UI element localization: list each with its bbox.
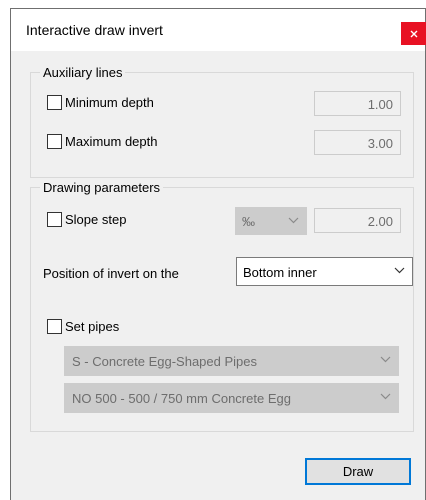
maximum-depth-label: Maximum depth <box>65 134 158 149</box>
minimum-depth-field[interactable]: 1.00 <box>314 91 401 116</box>
position-of-invert-value: Bottom inner <box>243 265 317 280</box>
position-of-invert-select[interactable]: Bottom inner <box>236 257 413 286</box>
pipe-size-value: NO 500 - 500 / 750 mm Concrete Egg <box>72 391 291 406</box>
slope-step-label: Slope step <box>65 212 127 227</box>
chevron-down-icon <box>288 217 299 224</box>
dialog-window: Interactive draw invert Auxiliary lines … <box>10 8 426 500</box>
minimum-depth-label: Minimum depth <box>65 95 154 110</box>
set-pipes-checkbox-row[interactable]: Set pipes <box>47 319 119 334</box>
title-bar: Interactive draw invert <box>11 9 426 51</box>
minimum-depth-checkbox-row[interactable]: Minimum depth <box>47 95 154 110</box>
drawing-parameters-legend: Drawing parameters <box>40 180 164 195</box>
pipe-type-select[interactable]: S - Concrete Egg-Shaped Pipes <box>64 346 399 376</box>
minimum-depth-checkbox[interactable] <box>47 95 62 110</box>
close-button[interactable] <box>401 22 426 45</box>
close-icon <box>410 30 418 37</box>
draw-button[interactable]: Draw <box>305 458 411 485</box>
chevron-down-icon <box>380 393 391 400</box>
dialog-title: Interactive draw invert <box>26 22 163 38</box>
chevron-down-icon <box>380 356 391 363</box>
maximum-depth-checkbox-row[interactable]: Maximum depth <box>47 134 157 149</box>
auxiliary-lines-legend: Auxiliary lines <box>40 65 126 80</box>
maximum-depth-checkbox[interactable] <box>47 134 62 149</box>
set-pipes-label: Set pipes <box>65 319 120 334</box>
pipe-size-select[interactable]: NO 500 - 500 / 750 mm Concrete Egg <box>64 383 399 413</box>
set-pipes-checkbox[interactable] <box>47 319 62 334</box>
pipe-type-value: S - Concrete Egg-Shaped Pipes <box>72 354 257 369</box>
slope-unit-select[interactable]: ‰ <box>235 207 307 235</box>
slope-step-checkbox[interactable] <box>47 212 62 227</box>
slope-unit-value: ‰ <box>242 214 255 229</box>
slope-step-field[interactable]: 2.00 <box>314 208 401 233</box>
maximum-depth-field[interactable]: 3.00 <box>314 130 401 155</box>
slope-step-checkbox-row[interactable]: Slope step <box>47 212 126 227</box>
auxiliary-lines-group <box>30 72 414 178</box>
position-of-invert-label: Position of invert on the <box>43 266 179 281</box>
chevron-down-icon <box>394 267 405 274</box>
